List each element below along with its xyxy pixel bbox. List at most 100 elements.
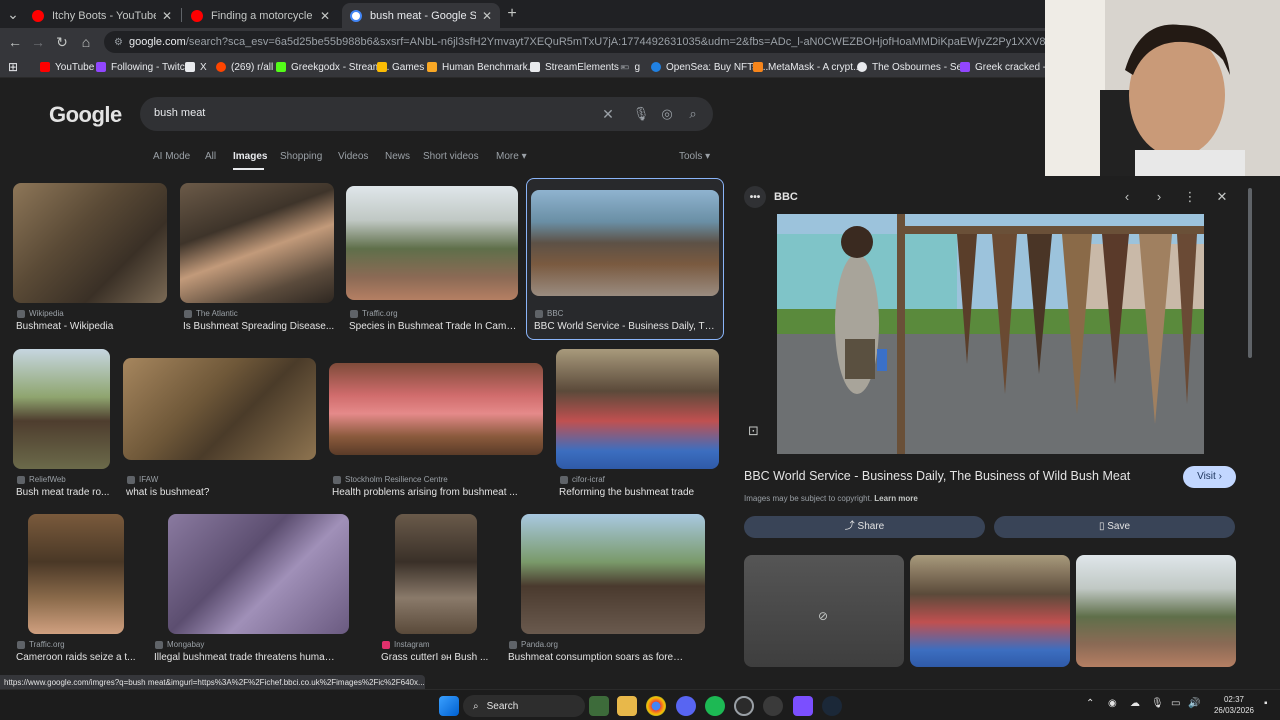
- preview-image[interactable]: [777, 214, 1204, 454]
- result-caption[interactable]: BBC World Service - Business Daily, Th..…: [534, 321, 716, 332]
- camera-lens-icon[interactable]: ◎: [657, 104, 677, 124]
- tools-button[interactable]: Tools ▾: [679, 151, 710, 162]
- chrome-icon[interactable]: [646, 696, 666, 716]
- result-caption[interactable]: Illegal bushmeat trade threatens human .…: [154, 652, 340, 663]
- google-logo[interactable]: Google: [49, 102, 122, 128]
- close-icon[interactable]: ✕: [1213, 188, 1231, 206]
- close-icon[interactable]: ✕: [162, 9, 172, 23]
- learn-more-link[interactable]: Learn more: [874, 494, 918, 503]
- new-tab-button[interactable]: +: [502, 4, 522, 24]
- address-bar[interactable]: ⚙ google.com/search?sca_esv=6a5d25be55b9…: [104, 31, 1064, 53]
- result-thumbnail[interactable]: [556, 349, 719, 469]
- app-icon[interactable]: [763, 696, 783, 716]
- result-caption[interactable]: Is Bushmeat Spreading Disease...: [183, 321, 339, 332]
- result-caption[interactable]: Bushmeat - Wikipedia: [16, 321, 168, 332]
- tab-itchy-boots[interactable]: Itchy Boots - YouTube ✕: [24, 3, 180, 28]
- monitor-icon[interactable]: ▭: [1171, 698, 1180, 709]
- visual-search-icon[interactable]: ⊡: [748, 423, 766, 441]
- bookmark-folder-g[interactable]: ▭ g: [620, 59, 640, 75]
- bookmark-osbournes[interactable]: The Osbournes - Se...: [857, 59, 970, 75]
- tab-news[interactable]: News: [385, 151, 410, 162]
- tab-all[interactable]: All: [205, 151, 216, 162]
- result-caption[interactable]: Bushmeat consumption soars as forest ...: [508, 652, 688, 663]
- site-info-icon[interactable]: ⚙: [114, 37, 123, 48]
- result-caption[interactable]: Health problems arising from bushmeat ..…: [332, 487, 542, 498]
- result-caption[interactable]: Grass cutterI ʚʜ Bush ...: [381, 652, 489, 663]
- tray-app-icon[interactable]: ◉: [1108, 698, 1117, 709]
- widget-icon[interactable]: [589, 696, 609, 716]
- notification-icon[interactable]: ▪: [1264, 698, 1268, 709]
- volume-icon[interactable]: 🔊: [1188, 698, 1200, 709]
- chevron-left-icon[interactable]: ‹: [1118, 188, 1136, 206]
- search-icon[interactable]: ⌕: [683, 104, 703, 124]
- bookmark-opensea[interactable]: OpenSea: Buy NFTs,...: [651, 59, 768, 75]
- related-image[interactable]: [910, 555, 1070, 667]
- search-input[interactable]: bush meat: [154, 107, 205, 119]
- result-thumbnail[interactable]: [168, 514, 349, 634]
- result-thumbnail[interactable]: [180, 183, 334, 303]
- close-icon[interactable]: ✕: [320, 9, 330, 23]
- result-thumbnail[interactable]: [521, 514, 705, 634]
- panel-source[interactable]: ••• BBC: [744, 186, 798, 208]
- bookmark-metamask[interactable]: MetaMask - A crypt...: [753, 59, 861, 75]
- result-thumbnail[interactable]: [13, 349, 110, 469]
- bookmark-streamelements[interactable]: StreamElements -: [530, 59, 625, 75]
- tab-more[interactable]: More ▾: [496, 151, 527, 162]
- result-caption[interactable]: Reforming the bushmeat trade: [559, 487, 719, 498]
- more-vert-icon[interactable]: ⋮: [1181, 188, 1199, 206]
- result-thumbnail[interactable]: [123, 358, 316, 460]
- tab-videos[interactable]: Videos: [338, 151, 368, 162]
- discord-icon[interactable]: [676, 696, 696, 716]
- panel-scrollbar[interactable]: [1248, 188, 1252, 358]
- result-caption[interactable]: what is bushmeat?: [126, 487, 316, 498]
- microphone-icon[interactable]: 🎙: [631, 104, 651, 124]
- bookmark-human-benchmark[interactable]: Human Benchmark...: [427, 59, 536, 75]
- taskbar-search[interactable]: ⌕ Search: [463, 695, 585, 717]
- result-thumbnail[interactable]: [531, 190, 719, 296]
- reload-icon[interactable]: ↻: [52, 32, 72, 52]
- result-caption[interactable]: Species in Bushmeat Trade In Came...: [349, 321, 519, 332]
- tab-ai-mode[interactable]: AI Mode: [153, 151, 190, 162]
- bookmark-games[interactable]: Games: [377, 59, 424, 75]
- apps-icon[interactable]: ⊞: [8, 59, 18, 75]
- related-image-hidden[interactable]: ⊘: [744, 555, 904, 667]
- bookmark-reddit[interactable]: (269) r/all: [216, 59, 273, 75]
- tab-motorcycle-mechanic[interactable]: Finding a motorcycle mechanic ✕: [183, 3, 338, 28]
- save-button[interactable]: ▯ Save: [994, 516, 1235, 538]
- bookmark-greekgodx[interactable]: Greekgodx - Stream...: [276, 59, 389, 75]
- visit-button[interactable]: Visit ›: [1183, 466, 1236, 488]
- cloud-icon[interactable]: ☁: [1130, 698, 1140, 709]
- result-caption[interactable]: Bush meat trade ro...: [16, 487, 110, 498]
- clear-icon[interactable]: ✕: [598, 104, 618, 124]
- tab-shopping[interactable]: Shopping: [280, 151, 322, 162]
- result-thumbnail[interactable]: [395, 514, 477, 634]
- obs-icon[interactable]: [734, 696, 754, 716]
- close-icon[interactable]: ✕: [482, 9, 492, 23]
- bookmark-twitch[interactable]: Following - Twitch: [96, 59, 190, 75]
- preview-title[interactable]: BBC World Service - Business Daily, The …: [744, 469, 1130, 483]
- related-image[interactable]: [1076, 555, 1236, 667]
- steam-icon[interactable]: [822, 696, 842, 716]
- back-icon[interactable]: ←: [5, 32, 25, 52]
- chevron-up-icon[interactable]: ⌃: [1086, 698, 1094, 709]
- microphone-icon[interactable]: 🎙: [1151, 698, 1164, 709]
- forward-icon[interactable]: →: [28, 32, 48, 52]
- tab-search-icon[interactable]: ⌄: [3, 4, 23, 24]
- result-thumbnail[interactable]: [28, 514, 124, 634]
- home-icon[interactable]: ⌂: [76, 32, 96, 52]
- tab-images[interactable]: Images: [233, 151, 267, 162]
- share-button[interactable]: ⤴ Share: [744, 516, 985, 538]
- bookmark-youtube[interactable]: YouTube: [40, 59, 94, 75]
- search-box[interactable]: bush meat ✕ 🎙 ◎ ⌕: [140, 97, 713, 131]
- bookmark-x[interactable]: X: [185, 59, 207, 75]
- windows-start-icon[interactable]: [439, 696, 459, 716]
- spotify-icon[interactable]: [705, 696, 725, 716]
- result-thumbnail[interactable]: [346, 186, 518, 300]
- file-explorer-icon[interactable]: [617, 696, 637, 716]
- result-thumbnail[interactable]: [13, 183, 167, 303]
- system-clock[interactable]: 02:37 26/03/2026: [1208, 694, 1260, 716]
- tab-short-videos[interactable]: Short videos: [423, 151, 479, 162]
- grid-app-icon[interactable]: [793, 696, 813, 716]
- result-caption[interactable]: Cameroon raids seize a t...: [16, 652, 138, 663]
- result-thumbnail[interactable]: [329, 363, 543, 455]
